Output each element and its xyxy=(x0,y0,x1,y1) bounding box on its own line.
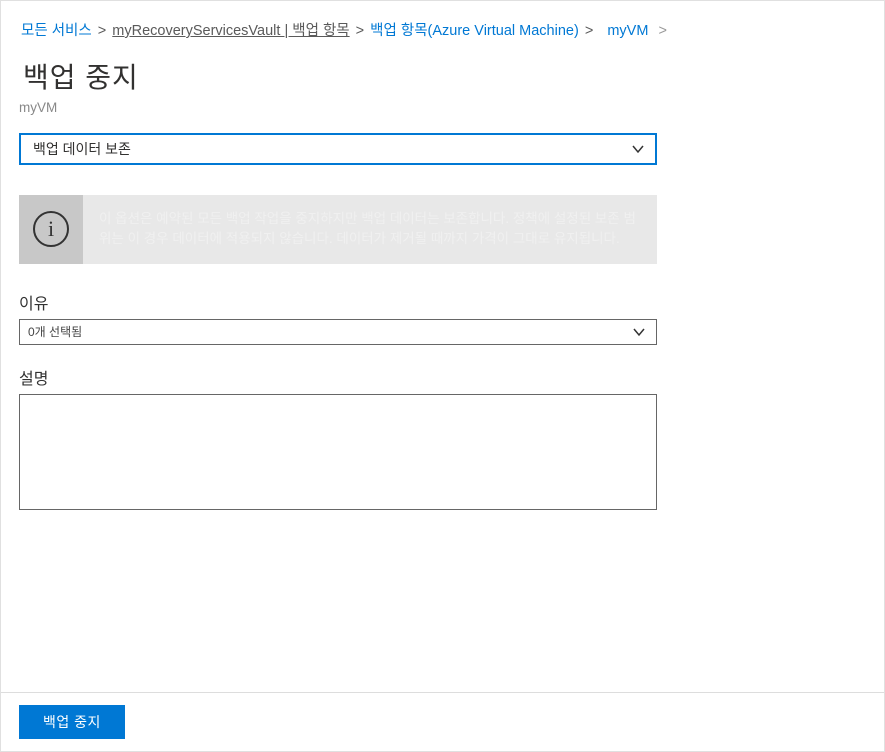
stop-backup-button[interactable]: 백업 중지 xyxy=(19,705,125,739)
description-field-group: 설명 xyxy=(19,365,657,515)
breadcrumb-all-services[interactable]: 모든 서비스 xyxy=(21,23,92,39)
breadcrumb-separator: > xyxy=(356,23,364,39)
chevron-down-icon xyxy=(632,325,646,339)
breadcrumb-myvm[interactable]: myVM xyxy=(607,23,648,39)
breadcrumb-separator: > xyxy=(98,23,106,39)
info-icon: i xyxy=(33,211,69,247)
chevron-down-icon xyxy=(631,142,645,156)
footer: 백업 중지 xyxy=(1,692,884,751)
page-title: 백업 중지 xyxy=(23,56,864,96)
breadcrumb-vault-backup-items[interactable]: myRecoveryServicesVault | 백업 항목 xyxy=(112,23,349,39)
info-box: i 이 옵션은 예약된 모든 백업 작업을 중지하지만 백업 데이터는 보존합니… xyxy=(19,195,657,264)
page-subtitle: myVM xyxy=(1,98,884,133)
reason-label: 이유 xyxy=(19,290,657,314)
breadcrumb-separator: > xyxy=(585,23,593,39)
description-textarea[interactable] xyxy=(19,394,657,510)
info-icon-container: i xyxy=(19,195,83,264)
description-label: 설명 xyxy=(19,365,657,389)
breadcrumb-backup-items-avm[interactable]: 백업 항목(Azure Virtual Machine) xyxy=(370,23,579,39)
breadcrumb: 모든 서비스 > myRecoveryServicesVault | 백업 항목… xyxy=(1,1,884,48)
breadcrumb-separator: > xyxy=(658,23,666,39)
reason-selected-text: 0개 선택됨 xyxy=(28,323,82,340)
reason-field-group: 이유 0개 선택됨 xyxy=(19,290,657,345)
reason-dropdown[interactable]: 0개 선택됨 xyxy=(19,319,657,345)
page-header: 백업 중지 xyxy=(1,48,884,98)
backup-data-option-dropdown[interactable]: 백업 데이터 보존 xyxy=(19,133,657,165)
info-text: 이 옵션은 예약된 모든 백업 작업을 중지하지만 백업 데이터는 보존합니다.… xyxy=(83,195,657,264)
dropdown-selected-text: 백업 데이터 보존 xyxy=(33,139,131,159)
